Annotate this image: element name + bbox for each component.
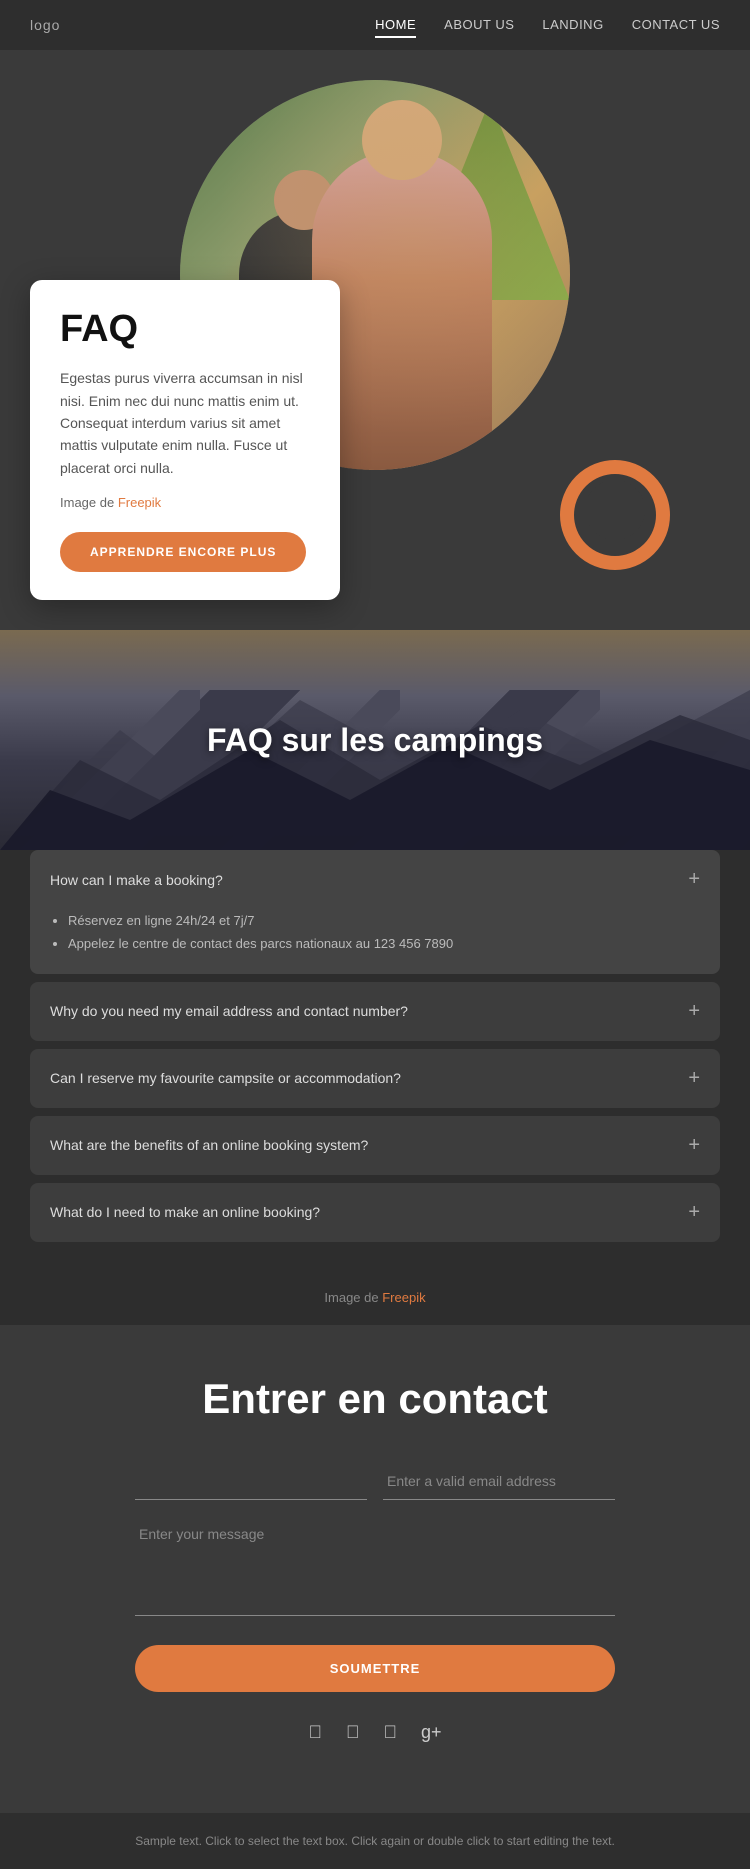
- faq-question-3: Can I reserve my favourite campsite or a…: [50, 1070, 401, 1086]
- social-icons:    g+: [30, 1722, 720, 1743]
- faq-question-5: What do I need to make an online booking…: [50, 1204, 320, 1220]
- submit-button[interactable]: SOUMETTRE: [135, 1645, 615, 1692]
- faq-toggle-4: +: [688, 1134, 700, 1157]
- name-input[interactable]: [135, 1463, 367, 1500]
- nav-link-landing[interactable]: LANDING: [542, 17, 603, 36]
- mountain-svg: [0, 670, 750, 850]
- faq-toggle-3: +: [688, 1067, 700, 1090]
- message-textarea[interactable]: [135, 1516, 615, 1616]
- faq-item-4: What are the benefits of an online booki…: [30, 1116, 720, 1175]
- faq-item-3: Can I reserve my favourite campsite or a…: [30, 1049, 720, 1108]
- email-input[interactable]: [383, 1463, 615, 1500]
- faq-item-2: Why do you need my email address and con…: [30, 982, 720, 1041]
- navbar: logo HOME ABOUT US LANDING CONTACT US: [0, 0, 750, 50]
- contact-title: Entrer en contact: [30, 1375, 720, 1423]
- faq-card-image-credit: Image de Freepik: [60, 493, 310, 514]
- googleplus-icon[interactable]: g+: [421, 1722, 442, 1743]
- hero-section: FAQ Egestas purus viverra accumsan in ni…: [0, 50, 750, 630]
- faq-toggle-5: +: [688, 1201, 700, 1224]
- mountain-background: FAQ sur les campings: [0, 630, 750, 850]
- learn-more-button[interactable]: APPRENDRE ENCORE PLUS: [60, 532, 306, 572]
- form-name-email-row: [135, 1463, 615, 1500]
- footer: Sample text. Click to select the text bo…: [0, 1813, 750, 1869]
- freepik-link[interactable]: Freepik: [118, 495, 161, 510]
- faq-toggle-1: +: [688, 868, 700, 891]
- orange-ring-inner: [585, 480, 645, 540]
- faq-question-2: Why do you need my email address and con…: [50, 1003, 408, 1019]
- faq-camping-title: FAQ sur les campings: [207, 722, 543, 759]
- nav-links: HOME ABOUT US LANDING CONTACT US: [375, 16, 720, 34]
- contact-section: Entrer en contact SOUMETTRE    g+: [0, 1325, 750, 1813]
- faq-item-5: What do I need to make an online booking…: [30, 1183, 720, 1242]
- faq-intro-card: FAQ Egestas purus viverra accumsan in ni…: [30, 280, 340, 600]
- nav-link-home[interactable]: HOME: [375, 17, 416, 38]
- nav-link-about[interactable]: ABOUT US: [444, 17, 514, 36]
- faq-card-title: FAQ: [60, 308, 310, 351]
- contact-form: SOUMETTRE: [135, 1463, 615, 1722]
- faq-item-1: How can I make a booking? + Réservez en …: [30, 850, 720, 974]
- faq-item-5-header[interactable]: What do I need to make an online booking…: [30, 1183, 720, 1242]
- faq-toggle-2: +: [688, 1000, 700, 1023]
- faq-answer-1: Réservez en ligne 24h/24 et 7j/7 Appelez…: [30, 909, 720, 974]
- instagram-icon[interactable]: : [383, 1722, 397, 1743]
- logo: logo: [30, 17, 60, 33]
- message-wrap: [135, 1516, 615, 1621]
- faq-item-4-header[interactable]: What are the benefits of an online booki…: [30, 1116, 720, 1175]
- faq-item-2-header[interactable]: Why do you need my email address and con…: [30, 982, 720, 1041]
- faq-accordion: How can I make a booking? + Réservez en …: [0, 850, 750, 1270]
- footer-text: Sample text. Click to select the text bo…: [135, 1834, 615, 1848]
- faq-camping-section: FAQ sur les campings How can I make a bo…: [0, 630, 750, 1325]
- faq-item-3-header[interactable]: Can I reserve my favourite campsite or a…: [30, 1049, 720, 1108]
- faq-answer-1-item-2: Appelez le centre de contact des parcs n…: [68, 932, 700, 955]
- faq-image-credit: Image de Freepik: [0, 1270, 750, 1325]
- faq-item-1-header[interactable]: How can I make a booking? +: [30, 850, 720, 909]
- nav-link-contact[interactable]: CONTACT US: [632, 17, 720, 36]
- facebook-icon[interactable]: : [308, 1722, 322, 1743]
- faq-answer-1-item-1: Réservez en ligne 24h/24 et 7j/7: [68, 909, 700, 932]
- tent-decoration: [410, 100, 570, 300]
- faq-card-description: Egestas purus viverra accumsan in nisl n…: [60, 367, 310, 479]
- freepik-link-2[interactable]: Freepik: [382, 1290, 425, 1305]
- faq-question-1: How can I make a booking?: [50, 872, 223, 888]
- twitter-icon[interactable]: : [346, 1722, 360, 1743]
- faq-question-4: What are the benefits of an online booki…: [50, 1137, 368, 1153]
